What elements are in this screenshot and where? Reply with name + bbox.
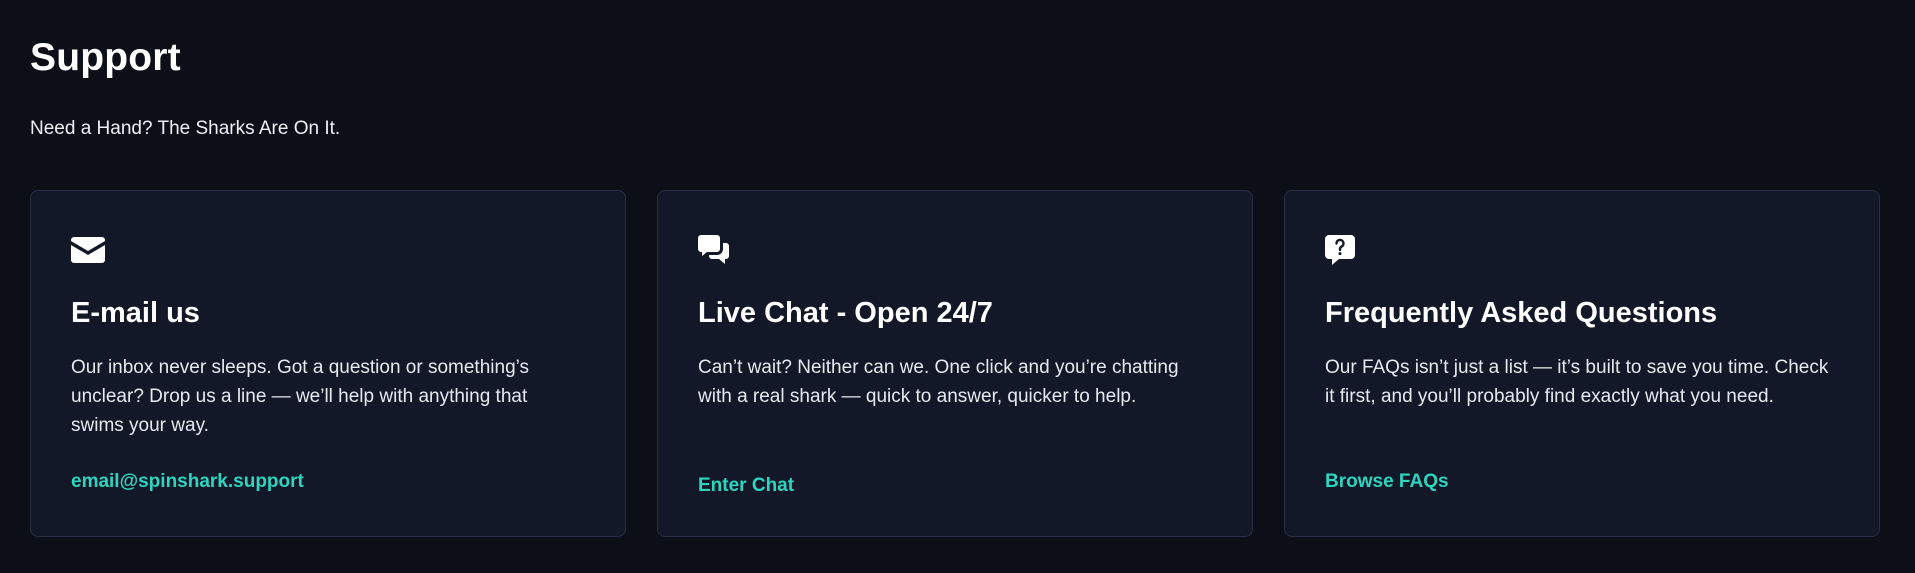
live-chat-card-title: Live Chat - Open 24/7 [698,297,993,329]
faq-card: Frequently Asked Questions Our FAQs isn’… [1284,190,1880,537]
question-bubble-icon [1325,235,1359,267]
live-chat-card: Live Chat - Open 24/7 Can’t wait? Neithe… [657,190,1253,537]
email-link[interactable]: email@spinshark.support [71,471,304,493]
email-card-text: Our inbox never sleeps. Got a question o… [71,357,530,436]
enter-chat-link[interactable]: Enter Chat [698,475,794,497]
browse-faqs-link[interactable]: Browse FAQs [1325,471,1449,493]
page-subtitle: Need a Hand? The Sharks Are On It. [30,118,341,139]
email-card-title: E-mail us [71,297,200,329]
chat-bubbles-icon [698,235,732,267]
support-page: Support Need a Hand? The Sharks Are On I… [0,0,1915,573]
page-title: Support [30,36,181,79]
envelope-icon [71,235,105,267]
faq-card-title: Frequently Asked Questions [1325,297,1718,329]
live-chat-card-text: Can’t wait? Neither can we. One click an… [698,357,1179,407]
support-cards: E-mail us Our inbox never sleeps. Got a … [30,190,1880,537]
faq-card-text: Our FAQs isn’t just a list — it’s built … [1325,357,1829,407]
email-card: E-mail us Our inbox never sleeps. Got a … [30,190,626,537]
